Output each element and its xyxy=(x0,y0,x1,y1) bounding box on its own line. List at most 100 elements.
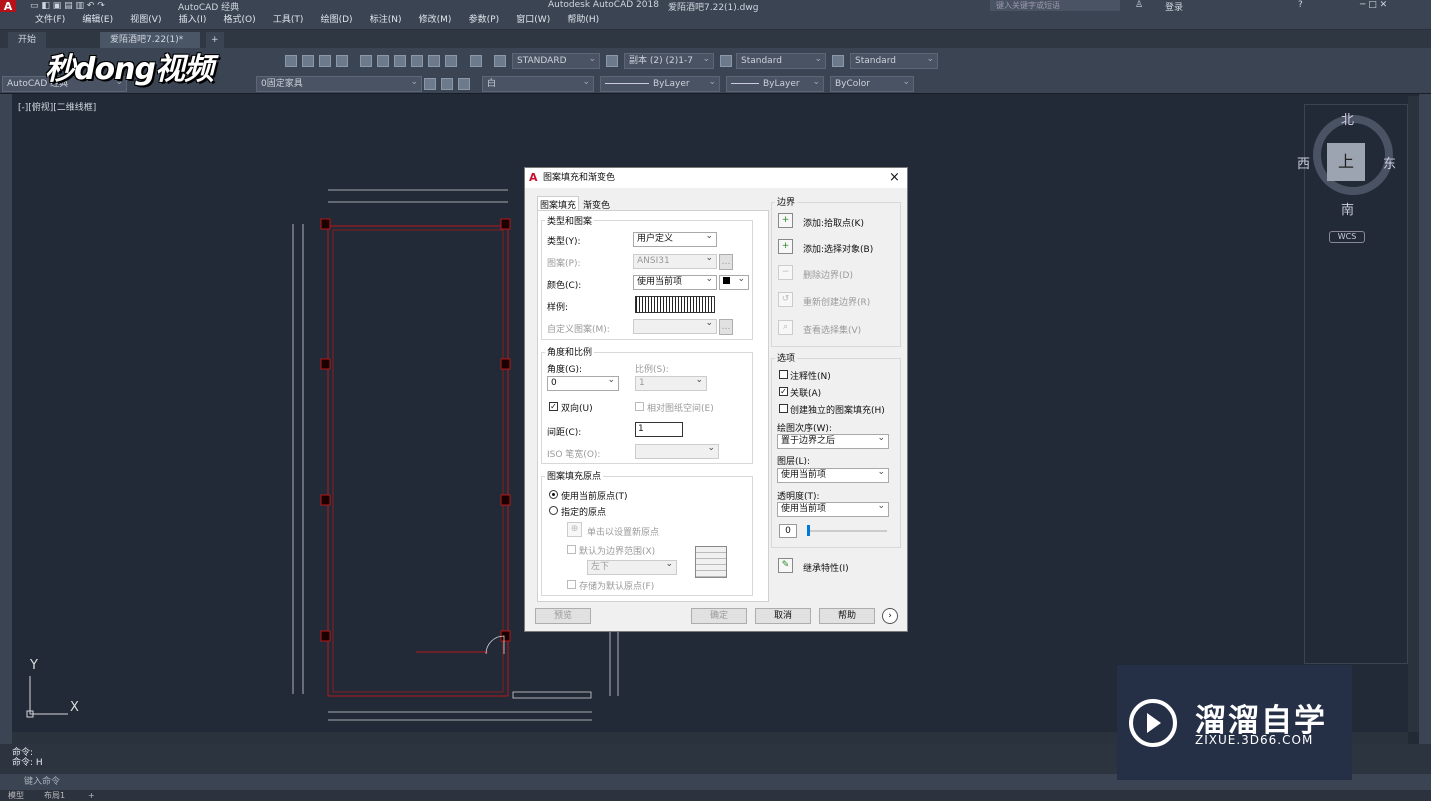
draw-toolbar[interactable] xyxy=(0,94,12,744)
menu-modify[interactable]: 修改(M) xyxy=(412,12,459,29)
viewcube-south[interactable]: 南 xyxy=(1341,199,1354,218)
help-icon[interactable]: ? xyxy=(1298,0,1303,10)
quick-access-icons[interactable]: ▭ ◧ ▣ ▤ ▥ ↶ ↷ xyxy=(30,1,105,11)
draw-order-select[interactable]: 置于边界之后 xyxy=(777,432,889,449)
layer-current-icon[interactable] xyxy=(424,78,436,90)
tool-palettes-icon[interactable] xyxy=(394,55,406,67)
layer-select[interactable]: 0固定家具 xyxy=(256,76,422,92)
mleader-style-select[interactable]: Standard xyxy=(850,53,938,69)
pattern-select[interactable]: ANSI31 xyxy=(633,252,717,269)
menu-help[interactable]: 帮助(H) xyxy=(560,12,606,29)
origin-position-select[interactable]: 左下 xyxy=(587,558,677,575)
zoom-previous-icon[interactable] xyxy=(336,55,348,67)
menu-parametric[interactable]: 参数(P) xyxy=(462,12,506,29)
ok-button[interactable]: 确定 xyxy=(691,608,747,624)
dialog-close-button[interactable]: × xyxy=(889,168,900,188)
menu-tools[interactable]: 工具(T) xyxy=(266,12,311,29)
angle-select[interactable]: 0 xyxy=(547,374,619,391)
spacing-input[interactable]: 1 xyxy=(635,422,683,437)
viewcube-top-face[interactable]: 上 xyxy=(1327,143,1365,181)
recreate-boundary-icon[interactable]: ↺ xyxy=(778,292,793,307)
transparency-slider-thumb[interactable] xyxy=(807,525,810,536)
color-select[interactable]: 白 xyxy=(482,76,594,92)
type-select[interactable]: 用户定义 xyxy=(633,230,717,247)
transparency-slider[interactable] xyxy=(807,530,887,532)
background-color-select[interactable] xyxy=(719,273,749,290)
viewcube-west[interactable]: 西 xyxy=(1297,153,1310,172)
color-select[interactable]: 使用当前项 xyxy=(633,273,717,290)
menu-window[interactable]: 窗口(W) xyxy=(509,12,557,29)
add-pick-points-button[interactable]: 添加:拾取点(K) xyxy=(803,216,864,229)
iso-pen-select[interactable] xyxy=(635,442,719,459)
view-selections-button[interactable]: 查看选择集(V) xyxy=(803,323,861,336)
add-select-objects-icon[interactable]: + xyxy=(778,239,793,254)
table-style-icon[interactable] xyxy=(720,55,732,67)
add-pick-points-icon[interactable]: + xyxy=(778,213,793,228)
user-icon[interactable]: ♙ xyxy=(1135,0,1143,10)
menu-dimension[interactable]: 标注(N) xyxy=(363,12,409,29)
use-current-origin-radio[interactable] xyxy=(549,490,558,499)
help-toolbar-icon[interactable] xyxy=(470,55,482,67)
double-checkbox[interactable]: ✓ xyxy=(549,402,558,411)
viewcube-east[interactable]: 东 xyxy=(1383,153,1396,172)
specified-origin-radio[interactable] xyxy=(549,506,558,515)
menu-file[interactable]: 文件(F) xyxy=(28,12,72,29)
more-options-icon[interactable]: › xyxy=(882,608,898,624)
menu-view[interactable]: 视图(V) xyxy=(123,12,168,29)
window-controls[interactable]: ─ □ ✕ xyxy=(1360,0,1387,10)
search-input[interactable]: 键入关键字或短语 xyxy=(990,0,1120,11)
zoom-window-icon[interactable] xyxy=(319,55,331,67)
remove-boundaries-button[interactable]: 删除边界(D) xyxy=(803,268,853,281)
layer-previous-icon[interactable] xyxy=(441,78,453,90)
menu-format[interactable]: 格式(O) xyxy=(217,12,263,29)
tab-layout1[interactable]: 布局1 xyxy=(44,790,65,801)
lineweight-select[interactable]: ByLayer xyxy=(726,76,824,92)
custom-pattern-select[interactable] xyxy=(633,317,717,334)
recreate-boundary-button[interactable]: 重新创建边界(R) xyxy=(803,295,870,308)
design-center-icon[interactable] xyxy=(377,55,389,67)
annotative-checkbox[interactable] xyxy=(779,370,788,379)
wcs-menu[interactable]: WCS xyxy=(1329,231,1365,243)
preview-button[interactable]: 预览 xyxy=(535,608,591,624)
remove-boundaries-icon[interactable]: − xyxy=(778,265,793,280)
text-style-icon[interactable] xyxy=(494,55,506,67)
hatch-sample[interactable] xyxy=(635,296,715,313)
mleader-style-icon[interactable] xyxy=(832,55,844,67)
linetype-select[interactable]: ByLayer xyxy=(600,76,720,92)
default-boundary-checkbox[interactable] xyxy=(567,545,576,554)
vertical-scrollbar[interactable] xyxy=(1408,96,1419,732)
layer-state-icon[interactable] xyxy=(458,78,470,90)
table-style-select[interactable]: Standard xyxy=(736,53,826,69)
associative-checkbox[interactable]: ✓ xyxy=(779,387,788,396)
zoom-icon[interactable] xyxy=(302,55,314,67)
inherit-properties-icon[interactable]: ✎ xyxy=(778,558,793,573)
menu-insert[interactable]: 插入(I) xyxy=(172,12,214,29)
transparency-select[interactable]: 使用当前项 xyxy=(777,500,889,517)
text-style-select[interactable]: STANDARD xyxy=(512,53,600,69)
properties-icon[interactable] xyxy=(360,55,372,67)
pan-icon[interactable] xyxy=(285,55,297,67)
menu-edit[interactable]: 编辑(E) xyxy=(75,12,120,29)
view-selections-icon[interactable]: ⌕ xyxy=(778,320,793,335)
transparency-value-input[interactable]: 0 xyxy=(779,524,797,538)
custom-pattern-browse-button[interactable]: … xyxy=(719,319,733,335)
markup-icon[interactable] xyxy=(428,55,440,67)
tab-start[interactable]: 开始 xyxy=(8,32,47,48)
calc-icon[interactable] xyxy=(445,55,457,67)
separate-hatches-checkbox[interactable] xyxy=(779,404,788,413)
viewport-controls[interactable]: [-][俯视][二维线框] xyxy=(18,100,96,113)
add-layout-button[interactable]: + xyxy=(88,790,95,801)
layer-select[interactable]: 使用当前项 xyxy=(777,466,889,483)
relative-paper-checkbox[interactable] xyxy=(635,402,644,411)
plotstyle-select[interactable]: ByColor xyxy=(830,76,914,92)
viewcube-north[interactable]: 北 xyxy=(1341,109,1354,128)
pattern-browse-button[interactable]: … xyxy=(719,254,733,270)
menu-draw[interactable]: 绘图(D) xyxy=(314,12,360,29)
add-select-objects-button[interactable]: 添加:选择对象(B) xyxy=(803,242,873,255)
dim-style-select[interactable]: 副本 (2) (2)1-7 xyxy=(624,53,714,69)
scale-select[interactable]: 1 xyxy=(635,374,707,391)
inherit-properties-button[interactable]: 继承特性(I) xyxy=(803,561,849,574)
set-origin-icon[interactable]: ⊕ xyxy=(567,522,582,537)
cancel-button[interactable]: 取消 xyxy=(755,608,811,624)
tab-model[interactable]: 模型 xyxy=(8,790,24,801)
